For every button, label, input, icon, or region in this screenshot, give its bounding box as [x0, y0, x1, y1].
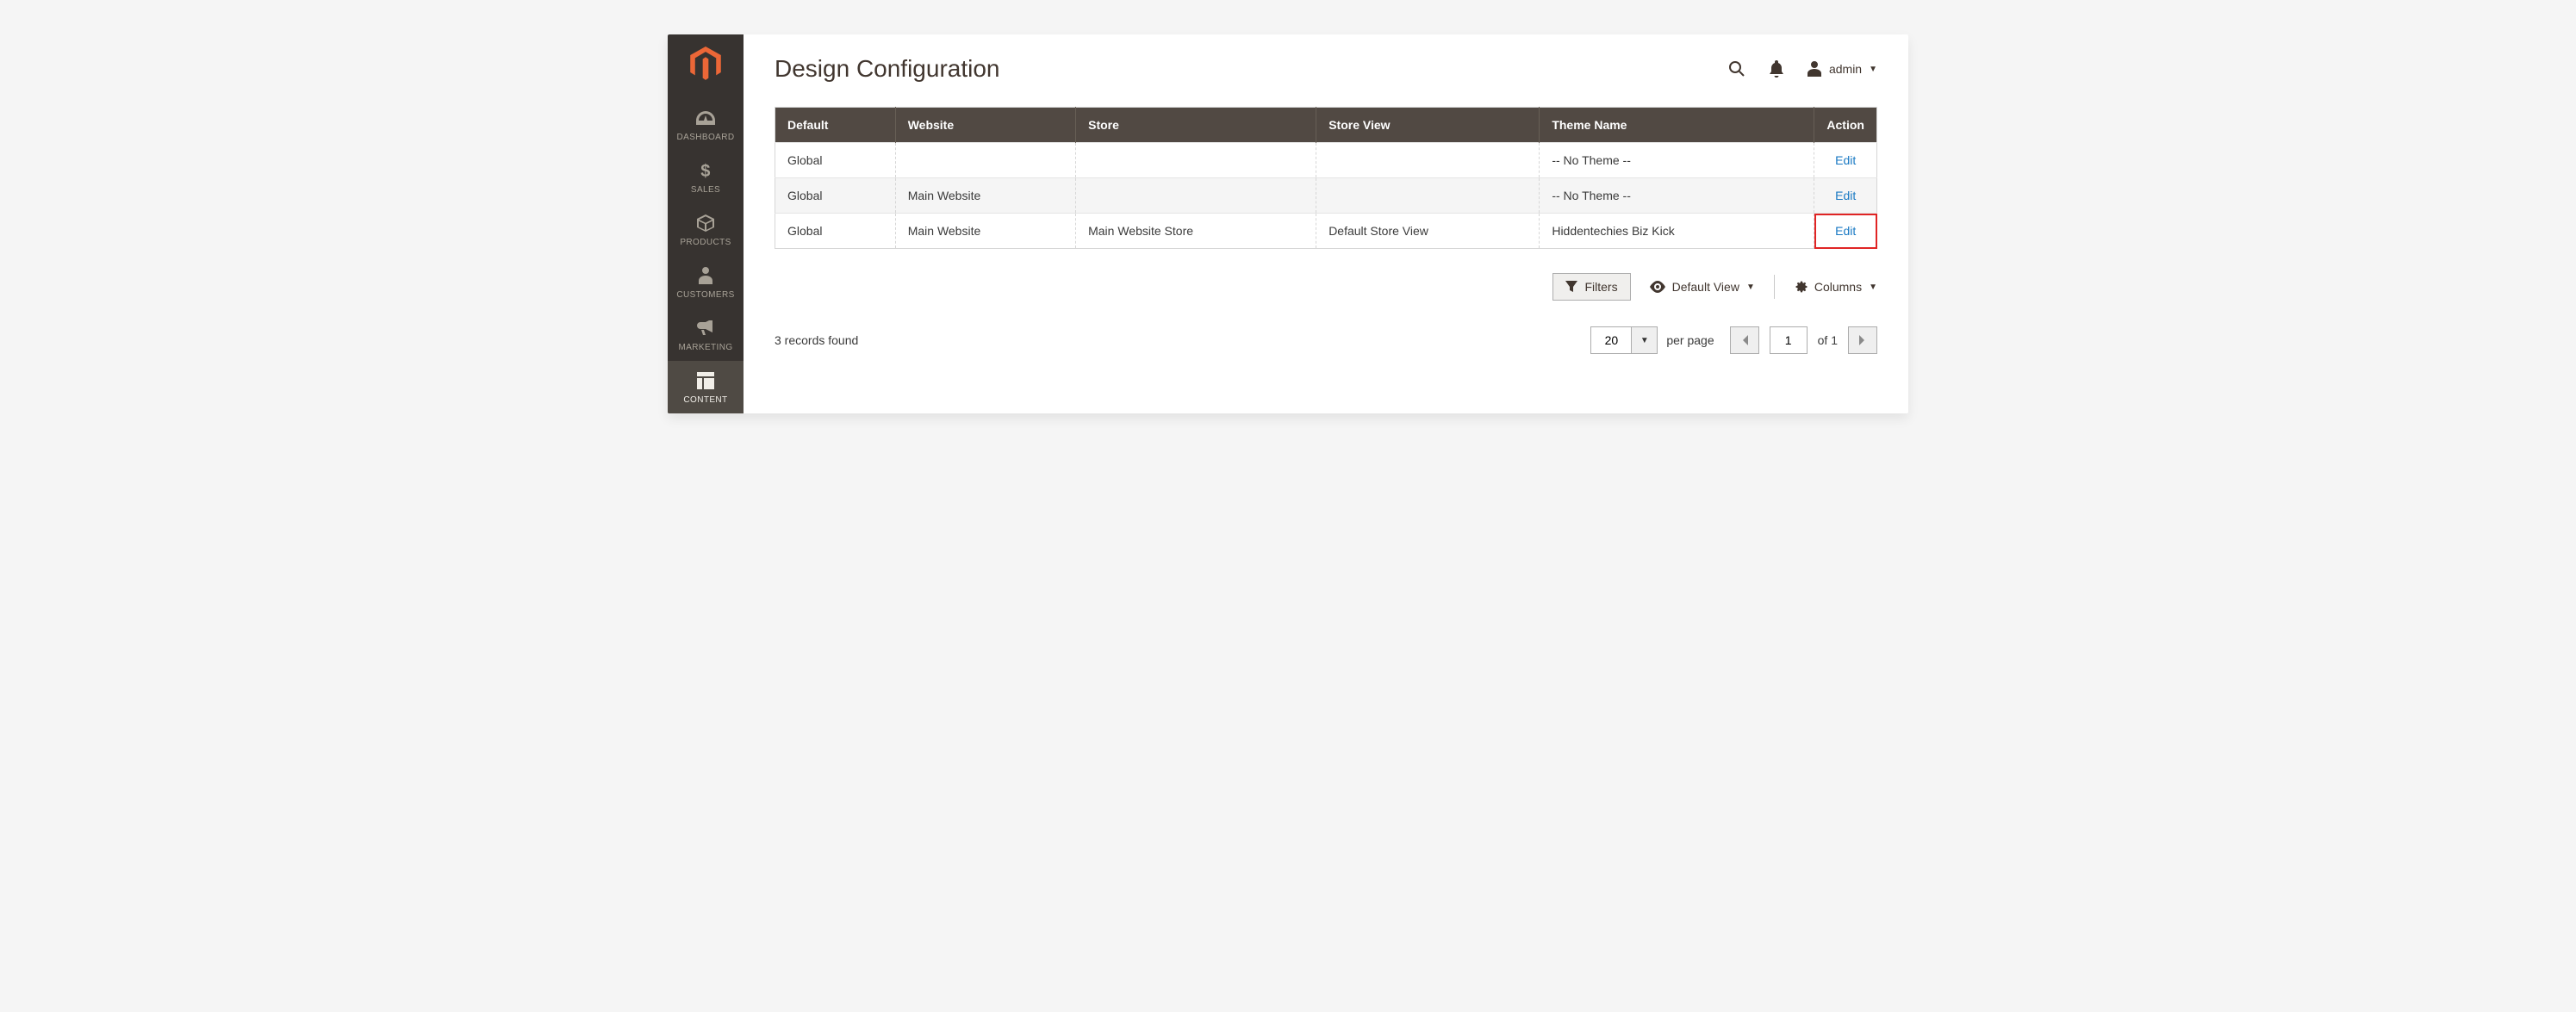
- sidebar-item-label: SALES: [691, 185, 720, 195]
- cell-action: Edit: [1814, 214, 1877, 249]
- user-name: admin: [1829, 62, 1862, 76]
- gear-icon: [1794, 280, 1808, 294]
- magento-logo: [688, 45, 723, 83]
- caret-down-icon: ▼: [1640, 336, 1649, 345]
- cell-store_view: Default Store View: [1316, 214, 1540, 249]
- table-row: GlobalMain Website -- No Theme -- Edit: [775, 178, 1877, 214]
- megaphone-icon: [696, 319, 715, 338]
- gauge-icon: [696, 109, 715, 127]
- search-button[interactable]: [1727, 59, 1746, 78]
- default-view-dropdown[interactable]: Default View ▼: [1650, 280, 1755, 294]
- col-header-store[interactable]: Store: [1076, 108, 1316, 143]
- design-config-table: Default Website Store Store View Theme N…: [775, 107, 1877, 249]
- notifications-button[interactable]: [1767, 59, 1786, 78]
- sidebar-item-label: CONTENT: [683, 395, 727, 405]
- cell-store: [1076, 178, 1316, 214]
- page-size-dropdown[interactable]: ▼: [1632, 326, 1658, 354]
- cell-default: Global: [775, 214, 896, 249]
- grid-footer: 3 records found ▼ per page of 1: [775, 326, 1877, 354]
- page-nav: of 1: [1730, 326, 1877, 354]
- cell-theme: -- No Theme --: [1540, 178, 1814, 214]
- cell-store: Main Website Store: [1076, 214, 1316, 249]
- user-menu[interactable]: admin ▼: [1807, 61, 1877, 77]
- sidebar: DASHBOARD $ SALES PRODUCTS CUSTOMERS MAR…: [668, 34, 744, 413]
- app-frame: DASHBOARD $ SALES PRODUCTS CUSTOMERS MAR…: [668, 34, 1908, 413]
- cell-default: Global: [775, 178, 896, 214]
- col-header-default[interactable]: Default: [775, 108, 896, 143]
- view-label: Default View: [1672, 280, 1739, 294]
- eye-icon: [1650, 281, 1665, 293]
- edit-link[interactable]: Edit: [1835, 153, 1856, 167]
- svg-text:$: $: [700, 162, 711, 180]
- person-icon: [696, 266, 715, 285]
- search-icon: [1728, 60, 1745, 78]
- chevron-left-icon: [1741, 335, 1748, 345]
- funnel-icon: [1565, 281, 1577, 293]
- table-row: GlobalMain WebsiteMain Website StoreDefa…: [775, 214, 1877, 249]
- cell-store_view: [1316, 178, 1540, 214]
- caret-down-icon: ▼: [1869, 282, 1877, 292]
- cell-store: [1076, 143, 1316, 178]
- cell-theme: -- No Theme --: [1540, 143, 1814, 178]
- edit-link[interactable]: Edit: [1835, 189, 1856, 202]
- cell-website: Main Website: [895, 214, 1075, 249]
- cell-store_view: [1316, 143, 1540, 178]
- sidebar-item-content[interactable]: CONTENT: [668, 361, 744, 413]
- columns-label: Columns: [1814, 280, 1862, 294]
- sidebar-item-sales[interactable]: $ SALES: [668, 151, 744, 203]
- next-page-button[interactable]: [1848, 326, 1877, 354]
- layout-icon: [696, 371, 715, 390]
- cell-action: Edit: [1814, 143, 1877, 178]
- per-page-label: per page: [1666, 333, 1714, 347]
- grid-toolbar: Filters Default View ▼ Columns ▼: [775, 273, 1877, 301]
- col-header-theme[interactable]: Theme Name: [1540, 108, 1814, 143]
- box-icon: [696, 214, 715, 233]
- cell-action: Edit: [1814, 178, 1877, 214]
- page-size-control: ▼ per page: [1590, 326, 1714, 354]
- sidebar-item-label: MARKETING: [678, 343, 732, 352]
- sidebar-item-products[interactable]: PRODUCTS: [668, 203, 744, 256]
- chevron-right-icon: [1859, 335, 1866, 345]
- bell-icon: [1769, 60, 1784, 78]
- separator: [1774, 275, 1775, 299]
- caret-down-icon: ▼: [1869, 65, 1877, 74]
- sidebar-item-label: CUSTOMERS: [676, 290, 734, 300]
- main-content: Design Configuration admin ▼: [744, 34, 1908, 413]
- top-actions: admin ▼: [1727, 59, 1877, 78]
- cell-website: [895, 143, 1075, 178]
- current-page-input[interactable]: [1770, 326, 1808, 354]
- records-found: 3 records found: [775, 333, 858, 347]
- page-size-input[interactable]: [1590, 326, 1632, 354]
- page-title: Design Configuration: [775, 55, 1000, 83]
- page-of-label: of 1: [1818, 333, 1838, 347]
- table-header-row: Default Website Store Store View Theme N…: [775, 108, 1877, 143]
- cell-website: Main Website: [895, 178, 1075, 214]
- cell-theme: Hiddentechies Biz Kick: [1540, 214, 1814, 249]
- col-header-website[interactable]: Website: [895, 108, 1075, 143]
- sidebar-item-customers[interactable]: CUSTOMERS: [668, 256, 744, 308]
- sidebar-item-dashboard[interactable]: DASHBOARD: [668, 98, 744, 151]
- topbar: Design Configuration admin ▼: [775, 55, 1877, 83]
- caret-down-icon: ▼: [1746, 282, 1755, 292]
- edit-link[interactable]: Edit: [1835, 224, 1856, 238]
- table-row: Global -- No Theme -- Edit: [775, 143, 1877, 178]
- sidebar-item-label: DASHBOARD: [677, 133, 735, 142]
- dollar-icon: $: [696, 161, 715, 180]
- pager: ▼ per page of 1: [1590, 326, 1877, 354]
- filters-button[interactable]: Filters: [1552, 273, 1630, 301]
- col-header-action: Action: [1814, 108, 1877, 143]
- columns-dropdown[interactable]: Columns ▼: [1794, 280, 1877, 294]
- sidebar-item-label: PRODUCTS: [680, 238, 731, 247]
- filters-label: Filters: [1584, 280, 1617, 294]
- col-header-storeview[interactable]: Store View: [1316, 108, 1540, 143]
- cell-default: Global: [775, 143, 896, 178]
- user-icon: [1807, 61, 1822, 77]
- prev-page-button[interactable]: [1730, 326, 1759, 354]
- sidebar-item-marketing[interactable]: MARKETING: [668, 308, 744, 361]
